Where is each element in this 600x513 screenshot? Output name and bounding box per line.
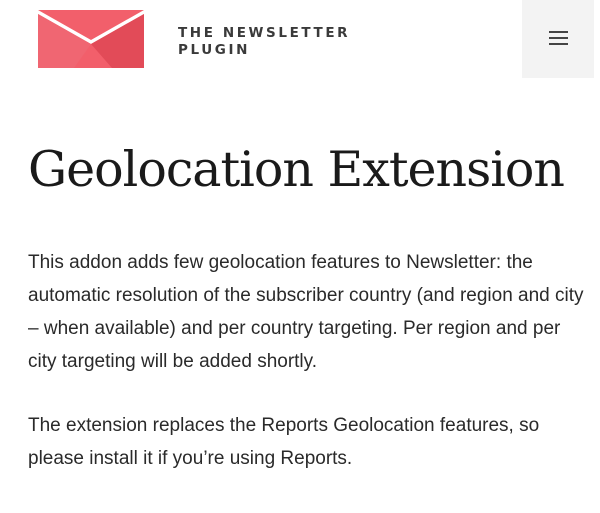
envelope-logo-icon	[38, 10, 144, 68]
hamburger-menu-icon	[549, 31, 568, 46]
description-paragraph: This addon adds few geolocation features…	[28, 252, 584, 372]
reports-note-paragraph: The extension replaces the Reports Geolo…	[28, 415, 540, 469]
page-title: Geolocation Extension	[28, 141, 565, 198]
brand-name-link[interactable]: THE NEWSLETTER PLUGIN	[178, 25, 350, 59]
brand-line-1: THE NEWSLETTER	[178, 25, 351, 41]
site-logo-link[interactable]	[38, 10, 144, 68]
page-content: This addon adds few geolocation features…	[28, 246, 588, 506]
brand-line-2: PLUGIN	[178, 42, 250, 58]
menu-toggle-button[interactable]	[522, 0, 594, 78]
site-header: THE NEWSLETTER PLUGIN	[0, 0, 600, 78]
